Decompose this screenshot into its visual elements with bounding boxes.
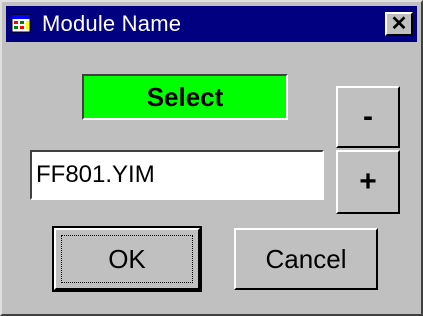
close-button[interactable]: ✕: [385, 12, 413, 36]
close-icon: ✕: [390, 12, 408, 35]
status-label: Select: [146, 81, 224, 112]
decrement-button[interactable]: -: [336, 86, 400, 148]
module-name-field[interactable]: [30, 150, 324, 200]
module-app-icon: [10, 12, 34, 36]
window-title: Module Name: [42, 11, 182, 36]
select-status-indicator: Select: [82, 74, 288, 120]
plus-icon: +: [359, 165, 377, 198]
cancel-button[interactable]: Cancel: [234, 228, 378, 290]
minus-icon: -: [363, 100, 373, 133]
increment-button[interactable]: +: [336, 150, 400, 214]
module-name-dialog: Module Name ✕ Select - + OK Cancel: [0, 0, 423, 316]
title-bar: Module Name ✕: [6, 6, 417, 42]
focus-rectangle: [61, 235, 193, 283]
ok-button[interactable]: OK: [52, 226, 202, 292]
cancel-label: Cancel: [265, 243, 347, 274]
